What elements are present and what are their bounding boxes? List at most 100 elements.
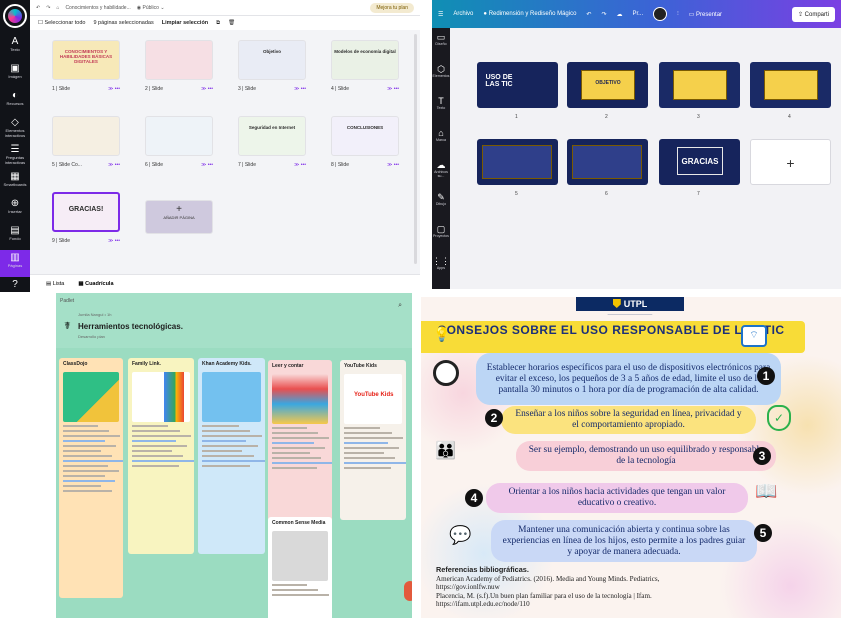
home-icon[interactable]: ⌂ <box>56 5 59 11</box>
more-options-icon[interactable]: ≫ ••• <box>294 86 306 92</box>
list-view-button[interactable]: ▤ Lista <box>46 281 64 287</box>
magic-resize-button[interactable]: ● Redimensión y Rediseño Mágico <box>483 11 576 17</box>
page-thumbnail[interactable]: CONCLUSIONES <box>331 116 399 156</box>
page-thumbnail[interactable]: Modelos de economía digital <box>331 40 399 80</box>
add-slide-button[interactable]: + <box>750 139 831 185</box>
more-options-icon[interactable]: ≫ ••• <box>387 86 399 92</box>
more-options-icon[interactable]: ≫ ••• <box>108 238 120 244</box>
slide-thumbnail[interactable] <box>659 62 740 108</box>
page-tile[interactable]: CONCLUSIONES 8 | Slide ≫ ••• <box>331 116 399 168</box>
page-tile[interactable]: 6 | Slide ≫ ••• <box>145 116 213 168</box>
rail-item-smartboards[interactable]: ▦ Smartboards <box>0 169 30 196</box>
slide-thumbnail[interactable] <box>750 62 831 108</box>
chart-icon[interactable]: ⫶ <box>677 11 679 18</box>
select-all-checkbox[interactable]: ☐ Seleccionar todo <box>38 20 85 26</box>
page-tile[interactable]: 5 | Slide Co... ≫ ••• <box>52 116 120 168</box>
side-item[interactable]: ✎ Dibujo <box>432 188 450 220</box>
cloud-icon[interactable]: ☁ <box>616 11 622 18</box>
side-item[interactable]: ⬡ Elementos <box>432 60 450 92</box>
rail-item-páginas[interactable]: ▥ Páginas <box>0 250 30 277</box>
pro-badge[interactable]: Pr... <box>632 11 643 17</box>
trash-icon[interactable]: 🗑 <box>228 20 235 26</box>
post-image[interactable]: YouTube Kids <box>344 374 402 424</box>
breadcrumb[interactable]: Conocimientos y habilidade... <box>65 5 130 11</box>
slide-thumbnail[interactable]: USO DE LAS TIC <box>477 62 558 108</box>
rail-item-preguntas[interactable]: ☰ Preguntas interactivas <box>0 142 30 169</box>
canva-logo[interactable] <box>3 4 27 28</box>
slide-thumbnail[interactable]: GRACIAS <box>659 139 740 185</box>
more-options-icon[interactable]: ≫ ••• <box>201 162 213 168</box>
rail-item-imágen[interactable]: ▣ Imágen <box>0 61 30 88</box>
more-options-icon[interactable]: ≫ ••• <box>108 86 120 92</box>
rail-item-texto[interactable]: A Texto <box>0 34 30 61</box>
add-page-tile[interactable]: + AÑADIR PÁGINA <box>145 200 213 234</box>
padlet-column[interactable]: Common Sense Media <box>268 517 332 618</box>
padlet-column[interactable]: Family Link. <box>128 358 194 554</box>
page-thumbnail[interactable]: GRACIAS! <box>52 192 120 232</box>
rail-item-insertar[interactable]: ⊕ Insertar <box>0 196 30 223</box>
padlet-column[interactable]: Leer y contar <box>268 360 332 522</box>
post-image[interactable] <box>202 372 261 422</box>
post-text-line <box>272 594 329 596</box>
page-tile[interactable]: Objetivo 3 | Slide ≫ ••• <box>238 40 306 92</box>
rail-item-recursos[interactable]: ◐ Recursos <box>0 88 30 115</box>
clear-selection-button[interactable]: Limpiar selección <box>162 20 208 26</box>
more-options-icon[interactable]: ≫ ••• <box>108 162 120 168</box>
slide-thumbnail[interactable] <box>477 139 558 185</box>
page-tile[interactable]: 2 | Slide ≫ ••• <box>145 40 213 92</box>
side-item[interactable]: ▢ Proyectos <box>432 220 450 252</box>
upgrade-button[interactable]: Mejora tu plan <box>370 2 414 13</box>
more-options-icon[interactable]: ≫ ••• <box>294 162 306 168</box>
more-options-icon[interactable]: ≫ ••• <box>387 162 399 168</box>
page-thumbnail[interactable]: Seguridad en Internet <box>238 116 306 156</box>
reference-link[interactable]: https://ifam.utpl.edu.ec/node/110 <box>436 600 756 609</box>
page-tile[interactable]: Seguridad en Internet 7 | Slide ≫ ••• <box>238 116 306 168</box>
slide-thumbnail[interactable] <box>567 139 648 185</box>
menu-icon[interactable]: ☰ <box>438 11 443 18</box>
padlet-column[interactable]: YouTube Kids YouTube Kids <box>340 360 406 520</box>
post-image[interactable] <box>132 372 190 422</box>
redo-icon[interactable]: ↷ <box>46 5 50 11</box>
side-item[interactable]: ⋮⋮ Apps <box>432 252 450 284</box>
rail-item-elementos[interactable]: ◇ Elementos interactivos <box>0 115 30 142</box>
page-thumbnail[interactable] <box>145 116 213 156</box>
share-button[interactable]: ⇪ Comparti <box>791 6 835 22</box>
post-image[interactable] <box>63 372 119 422</box>
padlet-column[interactable]: ClassDojo <box>59 358 123 598</box>
redo-icon[interactable]: ↷ <box>601 11 606 18</box>
post-image[interactable] <box>272 374 328 424</box>
page-tile[interactable]: CONOCIMIENTOS Y HABILIDADES BÁSICAS DIGI… <box>52 40 120 92</box>
add-page-button[interactable]: + AÑADIR PÁGINA <box>145 200 213 234</box>
rail-item-help[interactable]: ? <box>0 277 30 292</box>
more-options-icon[interactable]: ≫ ••• <box>201 86 213 92</box>
side-item[interactable]: T Texto <box>432 92 450 124</box>
page-thumbnail[interactable] <box>52 116 120 156</box>
padlet-column[interactable]: Khan Academy Kids. <box>198 358 265 554</box>
slide-thumbnail[interactable]: OBJETIVO <box>567 62 648 108</box>
page-tile[interactable]: Modelos de economía digital 4 | Slide ≫ ••… <box>331 40 399 92</box>
undo-icon[interactable]: ↶ <box>36 5 40 11</box>
scrollbar[interactable] <box>414 34 417 264</box>
file-menu[interactable]: Archivo <box>453 11 473 17</box>
thumbnail-text <box>146 117 212 125</box>
page-tile[interactable]: GRACIAS! 9 | Slide ≫ ••• <box>52 192 120 244</box>
copy-icon[interactable]: ⧉ <box>216 20 220 27</box>
rail-item-fondo[interactable]: ▤ Fondo <box>0 223 30 250</box>
post-image[interactable] <box>272 531 328 581</box>
present-button[interactable]: ▭ Presentar <box>689 11 722 18</box>
canva-presentation-panel: ☰ Archivo ● Redimensión y Rediseño Mágic… <box>432 0 841 289</box>
side-item[interactable]: ☁ Archivos su... <box>432 156 450 188</box>
avatar[interactable] <box>653 7 668 21</box>
page-thumbnail[interactable] <box>145 40 213 80</box>
add-post-button[interactable] <box>404 581 412 601</box>
page-thumbnail[interactable]: Objetivo <box>238 40 306 80</box>
undo-icon[interactable]: ↶ <box>586 11 591 18</box>
page-thumbnail[interactable]: CONOCIMIENTOS Y HABILIDADES BÁSICAS DIGI… <box>52 40 120 80</box>
grid-view-button[interactable]: ▦ Cuadrícula <box>78 281 113 287</box>
reference-link[interactable]: https://gov.ionlfw.nuw <box>436 583 756 592</box>
search-icon[interactable]: ⌕ <box>398 302 402 310</box>
visibility-dropdown[interactable]: ◉ Público ⌄ <box>137 5 165 11</box>
side-item[interactable]: ⌂ Marca <box>432 124 450 156</box>
side-item[interactable]: ▭ Diseño <box>432 28 450 60</box>
view-footer: ▤ Lista ▦ Cuadrícula <box>30 274 420 292</box>
